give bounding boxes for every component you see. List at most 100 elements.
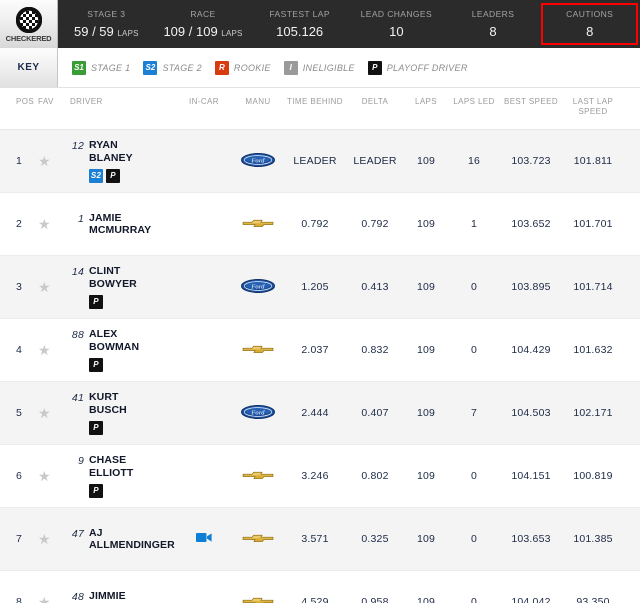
driver-badge-p-icon: P [89, 420, 103, 435]
stat-leaders[interactable]: LEADERS 8 [445, 0, 542, 48]
driver-cell[interactable]: 1 JAMIE MCMURRAY [66, 212, 176, 237]
column-header-pos[interactable]: POS [0, 97, 34, 107]
legend-label: INELIGIBLE [302, 62, 355, 73]
in-car-camera-cell[interactable] [176, 532, 232, 546]
best-speed-value: 103.653 [511, 533, 551, 545]
column-header-time-behind[interactable]: TIME BEHIND [284, 97, 346, 107]
column-header-best-speed[interactable]: BEST SPEED [500, 97, 562, 107]
stat-cautions[interactable]: CAUTIONS 8 [541, 3, 639, 45]
table-row[interactable]: 2 ★ 1 JAMIE MCMURRAY 0.792 0.792 109 1 103.652 101… [0, 193, 640, 256]
laps-value: 109 [416, 344, 436, 356]
star-icon: ★ [38, 404, 51, 421]
column-header-laps-led[interactable]: LAPS LED [448, 97, 500, 107]
manufacturer-logo-chevy [232, 532, 284, 547]
laps-value: 109 [416, 596, 436, 603]
manufacturer-logo-chevy [232, 217, 284, 232]
ineligible-badge-icon: I [283, 60, 298, 75]
column-header-in-car[interactable]: IN-CAR [176, 97, 232, 107]
best-speed-value: 104.429 [511, 344, 551, 356]
stat-value: 109 / 109 LAPS [163, 24, 242, 39]
legend-item-playoff-driver[interactable]: P PLAYOFF DRIVER [367, 60, 468, 75]
legend-label: PLAYOFF DRIVER [386, 62, 468, 73]
laps-led-value: 0 [470, 344, 478, 356]
car-number: 41 [71, 392, 84, 405]
manufacturer-logo-chevy [232, 469, 284, 484]
column-header-delta[interactable]: DELTA [346, 97, 404, 107]
star-icon: ★ [38, 467, 51, 484]
favorite-toggle[interactable]: ★ [32, 217, 66, 232]
stat-fastest-lap[interactable]: FASTEST LAP 105.126 [251, 0, 348, 48]
driver-cell[interactable]: 41 KURT BUSCH P [66, 391, 176, 435]
time-behind-value: 0.792 [301, 218, 329, 230]
table-row[interactable]: 8 ★ 48 JIMMIEJOHNSON 4.529 0.958 109 0 104.042 93… [0, 571, 640, 603]
laps-led-value: 1 [470, 218, 478, 230]
laps-value: 109 [416, 533, 436, 545]
column-header-fav[interactable]: FAV [32, 97, 66, 107]
svg-text:Ford: Ford [250, 157, 265, 164]
stat-label: LEAD CHANGES [360, 9, 433, 19]
stat-value-number: 105.126 [276, 24, 324, 39]
driver-badges: S2 P [89, 168, 133, 183]
favorite-toggle[interactable]: ★ [32, 154, 66, 169]
time-behind-value: 3.571 [301, 533, 329, 545]
table-row[interactable]: 4 ★ 88 ALEX BOWMAN P 2.037 0.832 109 0 104.429 101.… [0, 319, 640, 382]
driver-cell[interactable]: 48 JIMMIEJOHNSON [66, 590, 176, 603]
key-tab[interactable]: KEY [0, 48, 58, 87]
best-speed-value: 104.151 [511, 470, 551, 482]
time-behind-value: 2.444 [301, 407, 329, 419]
column-header-laps[interactable]: LAPS [404, 97, 448, 107]
favorite-toggle[interactable]: ★ [32, 280, 66, 295]
legend-item-stage-1[interactable]: S1 STAGE 1 [72, 60, 130, 75]
table-row[interactable]: 3 ★ 14 CLINT BOWYER P Ford 1.205 0.413 109 0 103.89… [0, 256, 640, 319]
favorite-toggle[interactable]: ★ [32, 343, 66, 358]
best-speed-value: 103.723 [511, 155, 551, 167]
driver-cell[interactable]: 12 RYAN BLANEY S2 P [66, 139, 176, 183]
driver-name: AJ ALLMENDINGER [89, 526, 175, 551]
column-header-manu[interactable]: MANU [232, 97, 284, 107]
time-behind-value: 1.205 [301, 281, 329, 293]
stat-label: LEADERS [471, 9, 515, 19]
row-position: 8 [16, 596, 23, 603]
table-row[interactable]: 5 ★ 41 KURT BUSCH P Ford 2.444 0.407 109 7 104.503 1… [0, 382, 640, 445]
playoff-badge-icon: P [367, 60, 382, 75]
driver-badges: P [89, 483, 133, 498]
car-number: 1 [77, 212, 84, 225]
stat-value: 59 / 59 LAPS [74, 24, 139, 39]
star-icon: ★ [38, 530, 51, 547]
driver-name: KURT BUSCH [89, 391, 127, 416]
favorite-toggle[interactable]: ★ [32, 532, 66, 547]
favorite-toggle[interactable]: ★ [32, 469, 66, 484]
stat-lead-changes[interactable]: LEAD CHANGES 10 [348, 0, 445, 48]
time-behind-value: 4.529 [301, 596, 329, 603]
driver-cell[interactable]: 14 CLINT BOWYER P [66, 265, 176, 309]
column-header-driver[interactable]: DRIVER [66, 97, 176, 107]
best-speed-value: 103.895 [511, 281, 551, 293]
driver-cell[interactable]: 88 ALEX BOWMAN P [66, 328, 176, 372]
legend-item-stage-2[interactable]: S2 STAGE 2 [143, 60, 202, 75]
star-icon: ★ [38, 278, 51, 295]
legend-items: S1 STAGE 1 S2 STAGE 2 R ROOKIE I INELIGI… [58, 48, 640, 87]
stat-race[interactable]: RACE 109 / 109 LAPS [155, 0, 252, 48]
driver-cell[interactable]: 47 AJ ALLMENDINGER [66, 527, 176, 552]
stat-value-number: 109 / 109 [163, 24, 218, 39]
table-row[interactable]: 1 ★ 12 RYAN BLANEY S2 P Ford LEADER LEADER 109 16 10… [0, 130, 640, 193]
last-lap-speed-value: 101.701 [573, 218, 613, 230]
column-header-last-lap-speed[interactable]: LAST LAP SPEED [562, 97, 624, 117]
stat-stage-3[interactable]: STAGE 3 59 / 59 LAPS [58, 0, 155, 48]
car-number: 48 [71, 590, 84, 603]
delta-value: 0.802 [361, 470, 389, 482]
legend-item-ineligible[interactable]: I INELIGIBLE [283, 60, 355, 75]
favorite-toggle[interactable]: ★ [32, 595, 66, 603]
driver-cell[interactable]: 9 CHASE ELLIOTT P [66, 454, 176, 498]
checkered-brand-tab[interactable]: CHECKERED [0, 0, 58, 48]
legend-item-rookie[interactable]: R ROOKIE [214, 60, 271, 75]
stat-value-number: 8 [586, 24, 594, 39]
row-position: 6 [16, 470, 23, 482]
table-row[interactable]: 6 ★ 9 CHASE ELLIOTT P 3.246 0.802 109 0 104.151 100… [0, 445, 640, 508]
favorite-toggle[interactable]: ★ [32, 406, 66, 421]
best-speed-value: 104.503 [511, 407, 551, 419]
table-header: POS FAV DRIVER IN-CAR MANU TIME BEHIND D… [0, 88, 640, 130]
laps-led-value: 0 [470, 596, 478, 603]
table-row[interactable]: 7 ★ 47 AJ ALLMENDINGER 3.571 0.325 109 0 103.653 1… [0, 508, 640, 571]
car-number: 14 [71, 266, 84, 279]
